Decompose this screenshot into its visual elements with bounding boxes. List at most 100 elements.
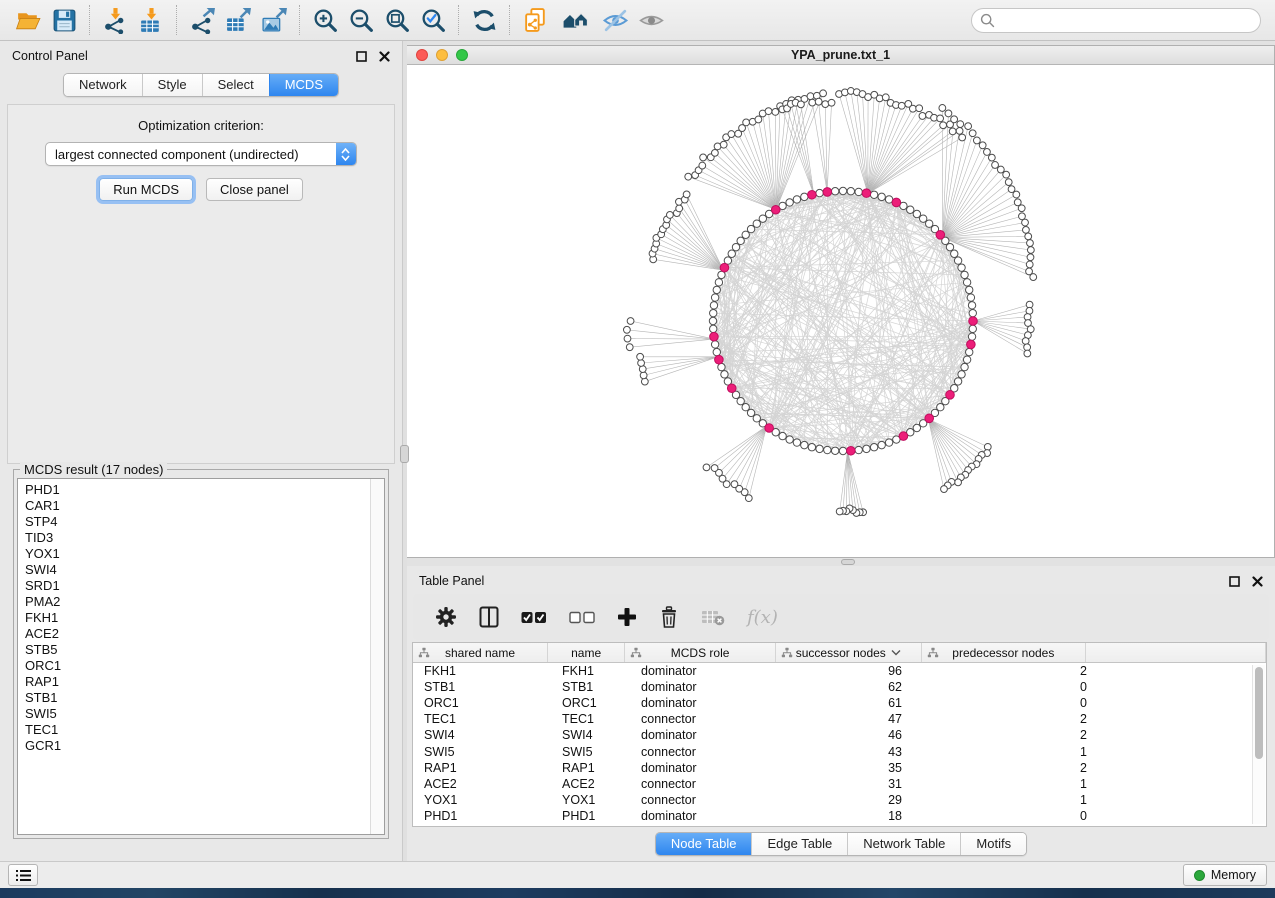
import-network-button[interactable] [97, 3, 133, 37]
splitter-handle[interactable] [841, 559, 855, 565]
run-mcds-button[interactable]: Run MCDS [99, 178, 193, 201]
cell-shared-name: RAP1 [413, 761, 551, 775]
close-panel-button[interactable] [1249, 574, 1265, 588]
table-row[interactable]: SWI5SWI5connector431 [413, 743, 1266, 759]
table-row[interactable]: TEC1TEC1connector472 [413, 711, 1266, 727]
column-header-successor-nodes[interactable]: successor nodes [776, 643, 922, 662]
close-panel-button[interactable] [376, 49, 392, 63]
cell-name: ORC1 [551, 696, 630, 710]
mcds-result-item[interactable]: SRD1 [25, 578, 370, 594]
column-header-name[interactable]: name [548, 643, 625, 662]
hide-all-columns-button[interactable] [569, 604, 595, 630]
mcds-result-item[interactable]: FKH1 [25, 610, 370, 626]
float-panel-button[interactable] [1226, 574, 1242, 588]
mcds-result-item[interactable]: PMA2 [25, 594, 370, 610]
network-canvas[interactable] [407, 65, 1274, 557]
tab-edge-table[interactable]: Edge Table [751, 833, 847, 855]
splitter-handle[interactable] [400, 445, 409, 463]
show-all-columns-button[interactable] [521, 604, 547, 630]
delete-table-button[interactable] [701, 604, 725, 630]
search-input[interactable] [971, 8, 1261, 33]
zoom-out-button[interactable] [343, 3, 379, 37]
cell-shared-name: STB1 [413, 680, 551, 694]
cell-successor-nodes: 61 [784, 696, 933, 710]
column-header-shared-name[interactable]: shared name [413, 643, 548, 662]
mcds-result-item[interactable]: RAP1 [25, 674, 370, 690]
tab-node-table[interactable]: Node Table [656, 833, 752, 855]
mcds-result-item[interactable]: TEC1 [25, 722, 370, 738]
zoom-in-button[interactable] [307, 3, 343, 37]
mcds-result-item[interactable]: SWI4 [25, 562, 370, 578]
mcds-result-item[interactable]: CAR1 [25, 498, 370, 514]
network-view-window: YPA_prune.txt_1 [407, 45, 1275, 558]
first-neighbors-button[interactable] [553, 3, 597, 37]
function-builder-button[interactable]: f(x) [747, 604, 778, 630]
new-network-from-selection-button[interactable] [517, 3, 553, 37]
export-table-button[interactable] [220, 3, 256, 37]
horizontal-splitter[interactable] [407, 558, 1275, 566]
mcds-result-item[interactable]: GCR1 [25, 738, 370, 754]
tab-network[interactable]: Network [64, 74, 142, 96]
table-row[interactable]: ORC1ORC1dominator610 [413, 695, 1266, 711]
mcds-result-item[interactable]: STB5 [25, 642, 370, 658]
tab-mcds[interactable]: MCDS [269, 74, 338, 96]
table-scrollbar[interactable] [1252, 665, 1265, 824]
cell-MCDS-role: dominator [630, 761, 784, 775]
memory-button[interactable]: Memory [1183, 864, 1267, 886]
mcds-result-item[interactable]: STB1 [25, 690, 370, 706]
table-row[interactable]: SWI4SWI4dominator462 [413, 727, 1266, 743]
refresh-button[interactable] [466, 3, 502, 37]
criterion-select[interactable]: largest connected component (undirected) [45, 142, 357, 166]
export-image-button[interactable] [256, 3, 292, 37]
table-row[interactable]: ACE2ACE2connector311 [413, 776, 1266, 792]
scrollbar-thumb[interactable] [1255, 667, 1263, 759]
mcds-result-item[interactable]: TID3 [25, 530, 370, 546]
network-graph[interactable] [407, 65, 1273, 557]
import-table-button[interactable] [133, 3, 169, 37]
add-column-button[interactable] [617, 604, 637, 630]
mcds-result-item[interactable]: YOX1 [25, 546, 370, 562]
mcds-result-item[interactable]: ACE2 [25, 626, 370, 642]
cell-MCDS-role: dominator [630, 680, 784, 694]
cell-name: PHD1 [551, 809, 630, 823]
mcds-result-list[interactable]: PHD1CAR1STP4TID3YOX1SWI4SRD1PMA2FKH1ACE2… [18, 479, 370, 834]
cell-successor-nodes: 96 [784, 664, 933, 678]
network-title: YPA_prune.txt_1 [407, 48, 1274, 62]
mcds-result-item[interactable]: PHD1 [25, 482, 370, 498]
mcds-result-item[interactable]: ORC1 [25, 658, 370, 674]
hide-selected-button[interactable] [597, 3, 633, 37]
zoom-fit-button[interactable] [379, 3, 415, 37]
close-panel-button-mcds[interactable]: Close panel [206, 178, 303, 201]
table-row[interactable]: FKH1FKH1dominator962 [413, 663, 1266, 679]
table-row[interactable]: PHD1PHD1dominator180 [413, 808, 1266, 824]
select-columns-button[interactable] [479, 604, 499, 630]
mcds-result-item[interactable]: SWI5 [25, 706, 370, 722]
column-header-predecessor-nodes[interactable]: predecessor nodes [922, 643, 1086, 662]
table-row[interactable]: YOX1YOX1connector291 [413, 792, 1266, 808]
table-row[interactable]: STB1STB1dominator620 [413, 679, 1266, 695]
vertical-splitter[interactable] [402, 41, 407, 861]
zoom-selected-button[interactable] [415, 3, 451, 37]
show-all-button[interactable] [633, 3, 669, 37]
tab-style[interactable]: Style [142, 74, 202, 96]
show-panels-button[interactable] [8, 864, 38, 886]
table-row[interactable]: RAP1RAP1dominator352 [413, 760, 1266, 776]
tab-motifs[interactable]: Motifs [960, 833, 1026, 855]
save-button[interactable] [46, 3, 82, 37]
settings-gear-button[interactable] [435, 604, 457, 630]
float-panel-button[interactable] [353, 49, 369, 63]
open-file-button[interactable] [10, 3, 46, 37]
tab-network-table[interactable]: Network Table [847, 833, 960, 855]
cell-predecessor-nodes: 1 [933, 777, 1101, 791]
cell-predecessor-nodes: 2 [933, 712, 1101, 726]
export-network-button[interactable] [184, 3, 220, 37]
node-table: shared namenameMCDS rolesuccessor nodesp… [412, 642, 1267, 827]
cell-shared-name: PHD1 [413, 809, 551, 823]
checked-boxes-icon [521, 611, 547, 624]
result-scrollbar[interactable] [370, 479, 384, 834]
close-icon [379, 51, 390, 62]
delete-column-button[interactable] [659, 604, 679, 630]
mcds-result-item[interactable]: STP4 [25, 514, 370, 530]
tab-select[interactable]: Select [202, 74, 269, 96]
column-header-MCDS-role[interactable]: MCDS role [625, 643, 776, 662]
